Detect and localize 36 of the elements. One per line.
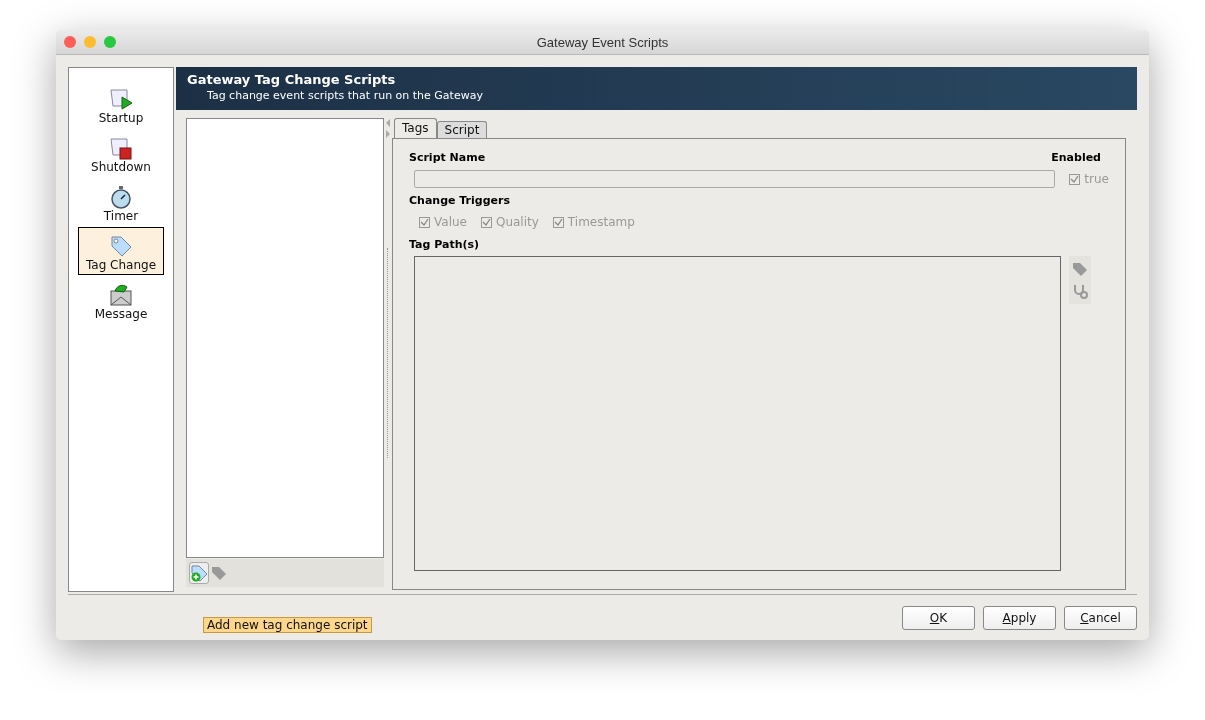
zoom-button[interactable] [104,36,116,48]
sidebar-item[interactable]: Shutdown [78,129,164,177]
window-title: Gateway Event Scripts [536,34,669,50]
add-tag-button[interactable] [189,562,209,584]
check-icon [553,217,563,227]
tag-icon[interactable] [211,565,227,581]
scroll-stop-icon [108,136,134,160]
collapse-arrows-icon [385,118,391,140]
dialog-button[interactable]: OK [902,606,975,630]
field-label: Enabled [1051,151,1101,164]
envelope-icon [109,283,133,307]
minimize-button[interactable] [84,36,96,48]
tag-icon [109,234,133,258]
header-title: Gateway Tag Change Scripts [187,72,397,87]
scroll-play-icon [108,87,134,111]
close-button[interactable] [64,36,76,48]
dialog-button[interactable]: Cancel [1064,606,1137,630]
sidebar-item[interactable]: Timer [78,178,164,226]
header-subtitle: Tag change event scripts that run on the Gateway [207,89,484,102]
sidebar-item[interactable]: Startup [78,80,164,128]
sidebar-item[interactable]: Message [78,276,164,324]
tab[interactable]: Tags [394,118,437,138]
check-icon [481,217,491,227]
dialog-button[interactable]: Apply [983,606,1056,630]
field-label: Tag Path(s) [409,238,481,251]
field-label: Script Name [409,151,486,164]
tooltip: Add new tag change script [203,617,372,633]
section-label: Change Triggers [409,194,511,207]
stopwatch-icon [109,185,133,209]
stethoscope-icon[interactable] [1072,282,1088,299]
tag-icon[interactable] [1072,261,1088,278]
check-icon [1070,174,1080,184]
tag-plus-icon [190,564,208,582]
tab[interactable]: Script [436,121,488,138]
sidebar-item[interactable]: Tag Change [78,227,164,275]
check-icon [420,217,429,227]
